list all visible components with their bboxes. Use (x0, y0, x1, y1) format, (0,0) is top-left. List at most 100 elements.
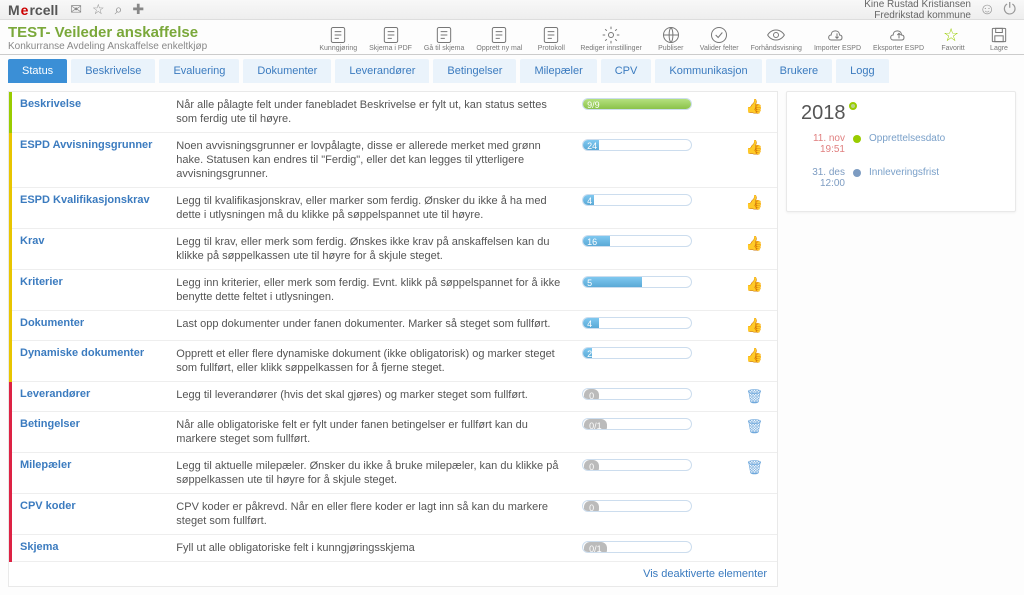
power-icon[interactable]: ⏻ (1003, 1, 1016, 19)
timeline-card: 2018 11. nov19:51Opprettelsesdato31. des… (786, 91, 1016, 212)
show-deactivated-link[interactable]: Vis deaktiverte elementer (643, 568, 767, 580)
step-name[interactable]: Milepæler (11, 453, 169, 494)
tab-betingelser[interactable]: Betingelser (433, 59, 516, 83)
step-action: 🗑 (732, 453, 777, 494)
step-action: 👍 (732, 270, 777, 311)
tool-favoritt[interactable]: ☆Favoritt (936, 25, 970, 52)
tool-publiser[interactable]: Publiser (654, 25, 688, 52)
trash-icon[interactable]: 🗑 (746, 418, 764, 434)
step-name[interactable]: ESPD Kvalifikasjonskrav (11, 188, 169, 229)
step-action: 👍 (732, 92, 777, 133)
step-badge: 9/9 (587, 98, 600, 110)
step-desc: Legg til aktuelle milepæler. Ønsker du i… (168, 453, 574, 494)
step-progress: 24 (574, 133, 732, 188)
tab-logg[interactable]: Logg (836, 59, 888, 83)
step-action: 👍 (732, 311, 777, 341)
title-text: TEST- Veileder anskaffelse Konkurranse A… (8, 24, 207, 52)
tool-protokoll[interactable]: Protokoll (534, 25, 568, 52)
trash-icon[interactable]: 🗑 (746, 388, 764, 404)
step-badge: 0 (584, 501, 599, 512)
thumb-up-icon[interactable]: 👍 (746, 98, 763, 114)
user-avatar-icon[interactable]: ☺ (979, 1, 995, 19)
tool-eksport[interactable]: Eksporter ESPD (873, 25, 924, 52)
step-badge: 4 (587, 194, 592, 206)
step-name[interactable]: Skjema (11, 535, 169, 562)
tool-lagre[interactable]: Lagre (982, 25, 1016, 52)
timeline-year-text: 2018 (801, 102, 846, 124)
step-action (732, 535, 777, 562)
step-action: 👍 (732, 133, 777, 188)
step-row-espd-avv: ESPD AvvisningsgrunnerNoen avvisningsgru… (11, 133, 778, 188)
tool-forhand[interactable]: Forhåndsvisning (751, 25, 802, 52)
tab-status[interactable]: Status (8, 59, 67, 83)
tool-import[interactable]: Importer ESPD (814, 25, 861, 52)
step-progress: 2 (574, 341, 732, 382)
thumb-up-icon[interactable]: 👍 (746, 235, 763, 251)
search-icon[interactable]: ⌕ (115, 1, 123, 18)
tool-skjema-pdf[interactable]: Skjema i PDF (369, 25, 412, 52)
tab-brukere[interactable]: Brukere (766, 59, 833, 83)
logo-part-red: e (21, 2, 29, 18)
tool-label: Eksporter ESPD (873, 45, 924, 52)
step-desc: Opprett et eller flere dynamiske dokumen… (168, 341, 574, 382)
tool-ny-mal[interactable]: Opprett ny mal (476, 25, 522, 52)
tab-milepæler[interactable]: Milepæler (520, 59, 596, 83)
step-badge: 0 (584, 460, 599, 471)
steps-table: BeskrivelseNår alle pålagte felt under f… (9, 92, 777, 562)
step-progress: 0/1 (574, 535, 732, 562)
tab-cpv[interactable]: CPV (601, 59, 652, 83)
step-action: 👍 (732, 229, 777, 270)
step-badge: 0 (584, 389, 599, 400)
tabs: StatusBeskrivelseEvalueringDokumenterLev… (0, 55, 1024, 83)
thumb-up-icon[interactable]: 👍 (746, 276, 763, 292)
thumb-up-icon[interactable]: 👍 (746, 317, 763, 333)
tab-dokumenter[interactable]: Dokumenter (243, 59, 331, 83)
step-action: 👍 (732, 341, 777, 382)
step-row-beskrivelse: BeskrivelseNår alle pålagte felt under f… (11, 92, 778, 133)
step-desc: CPV koder er påkrevd. Når en eller flere… (168, 494, 574, 535)
step-name[interactable]: Dokumenter (11, 311, 169, 341)
step-badge: 4 (587, 317, 592, 329)
timeline-label: Opprettelsesdato (869, 133, 945, 144)
user-name: Kine Rustad Kristiansen (864, 0, 971, 10)
step-badge: 24 (587, 139, 597, 151)
mail-icon[interactable]: ✉ (70, 1, 82, 18)
footer-link-row: Vis deaktiverte elementer (9, 562, 777, 586)
step-name[interactable]: Dynamiske dokumenter (11, 341, 169, 382)
step-progress: 0 (574, 382, 732, 412)
step-progress: 0 (574, 494, 732, 535)
page-subtitle: Konkurranse Avdeling Anskaffelse enkeltk… (8, 41, 207, 52)
toolbar: Kunngjøring Skjema i PDF Gå til skjema Oppr… (319, 25, 1016, 52)
step-desc: Fyll ut alle obligatoriske felt i kunngj… (168, 535, 574, 562)
step-name[interactable]: Leverandører (11, 382, 169, 412)
step-name[interactable]: Kriterier (11, 270, 169, 311)
tool-rediger[interactable]: Rediger innstillinger (580, 25, 641, 52)
step-desc: Noen avvisningsgrunner er lovpålagte, di… (168, 133, 574, 188)
tool-kunngjoring[interactable]: Kunngjøring (319, 25, 357, 52)
steps-panel: BeskrivelseNår alle pålagte felt under f… (8, 91, 778, 587)
tab-evaluering[interactable]: Evaluering (159, 59, 239, 83)
step-name[interactable]: Beskrivelse (11, 92, 169, 133)
tool-label: Lagre (990, 45, 1008, 52)
tab-beskrivelse[interactable]: Beskrivelse (71, 59, 155, 83)
step-name[interactable]: Betingelser (11, 412, 169, 453)
plus-icon[interactable]: ✚ (132, 1, 144, 18)
step-desc: Legg til leverandører (hvis det skal gjø… (168, 382, 574, 412)
step-action (732, 494, 777, 535)
tab-leverandører[interactable]: Leverandører (335, 59, 429, 83)
tool-label: Kunngjøring (319, 45, 357, 52)
tool-valider[interactable]: Valider felter (700, 25, 739, 52)
tool-gaa-skjema[interactable]: Gå til skjema (424, 25, 464, 52)
star-icon[interactable]: ☆ (92, 1, 105, 18)
step-name[interactable]: CPV koder (11, 494, 169, 535)
page-title: TEST- Veileder anskaffelse (8, 24, 207, 41)
step-name[interactable]: ESPD Avvisningsgrunner (11, 133, 169, 188)
thumb-up-icon[interactable]: 👍 (746, 139, 763, 155)
trash-icon[interactable]: 🗑 (746, 459, 764, 475)
step-progress: 16 (574, 229, 732, 270)
tool-label: Importer ESPD (814, 45, 861, 52)
thumb-up-icon[interactable]: 👍 (746, 347, 763, 363)
tab-kommunikasjon[interactable]: Kommunikasjon (655, 59, 761, 83)
thumb-up-icon[interactable]: 👍 (746, 194, 763, 210)
step-name[interactable]: Krav (11, 229, 169, 270)
